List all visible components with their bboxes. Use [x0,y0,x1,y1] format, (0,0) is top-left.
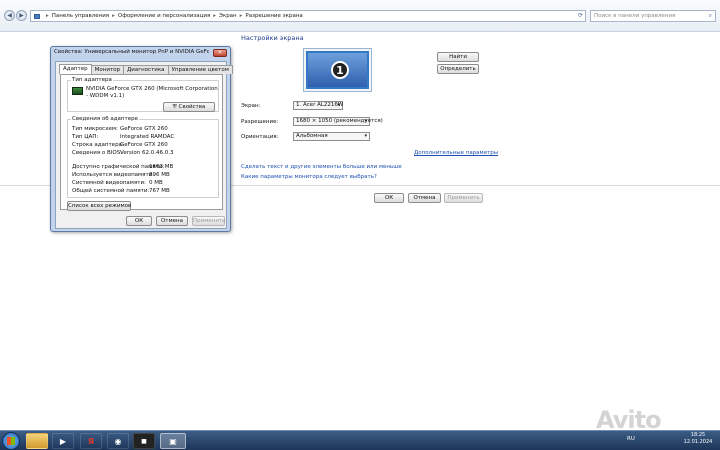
display-settings-icon[interactable]: ▣ [160,433,186,449]
address-toolbar: ◀ ▶ ▸ Панель управления ▸ Оформление и п… [0,0,720,32]
resolution-value: 1680 × 1050 (рекомендуется) [296,118,383,124]
text-size-link[interactable]: Сделать текст и другие элементы больше и… [241,164,402,170]
memory-value-available: 1663 MB [149,164,174,170]
chevron-down-icon: ▾ [337,102,340,108]
orientation-label: Ориентация: [241,134,279,140]
adapter-name: NVIDIA GeForce GTX 260 (Microsoft Corpor… [86,86,218,99]
tab-adapter[interactable]: Адаптер [59,64,92,74]
chevron-down-icon: ▾ [364,118,367,124]
adapter-tab-page: Тип адаптера NVIDIA GeForce GTX 260 (Mic… [60,74,223,211]
search-icon[interactable]: ⌕ [709,12,712,20]
dialog-apply-button[interactable]: Применить [192,216,225,226]
screen-label: Экран: [241,103,261,109]
clock[interactable]: 18:25 12.01.2024 [683,432,713,446]
graphics-card-icon [72,87,83,95]
language-indicator[interactable]: RU [627,436,635,442]
dialog-cancel-button[interactable]: Отмена [156,216,188,226]
search-placeholder: Поиск в панели управления [594,13,676,19]
tab-color-management[interactable]: Управление цветом [167,65,233,74]
dialog-title: Свойства: Универсальный монитор PnP и NV… [54,49,209,55]
forward-button[interactable]: ▶ [16,10,27,21]
properties-button-label: Свойства [178,104,206,110]
memory-value-dedicated: 896 MB [149,172,170,178]
advanced-settings-link[interactable]: Дополнительные параметры [414,150,498,156]
search-input[interactable]: Поиск в панели управления ⌕ [590,10,716,22]
breadcrumb-separator: ▸ [46,13,49,19]
orientation-value: Альбомная [296,133,328,139]
breadcrumb-appearance[interactable]: Оформление и персонализация [118,13,210,19]
screen-value: 1. Acer AL2216W [296,102,344,108]
chevron-down-icon: ▾ [364,133,367,139]
tab-diagnostics[interactable]: Диагностика [122,65,169,74]
adapter-type-label: Тип адаптера [71,77,113,83]
close-button[interactable]: × [213,49,227,57]
info-label-chip-type: Тип микросхем: [72,126,118,132]
media-player-icon[interactable]: ▶ [52,433,74,449]
yandex-browser-icon[interactable]: Я [80,433,102,449]
steam-icon[interactable]: ◉ [107,433,129,449]
tab-monitor[interactable]: Монитор [90,65,124,74]
dialog-ok-button[interactable]: ОК [126,216,152,226]
info-label-bios: Сведения о BIOS: [72,150,123,156]
breadcrumb-resolution[interactable]: Разрешение экрана [245,13,302,19]
memory-value-system-video: 0 MB [149,180,163,186]
breadcrumb-control-panel[interactable]: Панель управления [52,13,109,19]
monitor-number-badge: 1 [331,61,349,79]
monitor-icon[interactable]: 1 [306,51,369,89]
folder-icon[interactable] [26,433,48,449]
clock-time: 18:25 [690,432,706,438]
list-all-modes-button[interactable]: Список всех режимов [67,201,131,211]
dialog-tabs: Адаптер Монитор Диагностика Управление ц… [59,64,233,74]
breadcrumb-separator: ▸ [213,13,217,19]
orientation-select[interactable]: Альбомная ▾ [293,132,370,141]
taskbar: ▶ Я ◉ ■ ▣ [0,430,720,450]
info-label-dac-type: Тип ЦАП: [72,134,99,140]
page-title: Настройки экрана [241,34,304,42]
monitor-settings-help-link[interactable]: Какие параметры монитора следует выбрать… [241,174,377,180]
adapter-properties-button[interactable]: ⛨ Свойства [163,102,215,112]
adapter-type-group: Тип адаптера NVIDIA GeForce GTX 260 (Mic… [67,77,219,112]
breadcrumb-separator: ▸ [112,13,115,19]
back-button[interactable]: ◀ [4,10,15,21]
start-button[interactable] [2,432,20,450]
refresh-icon[interactable]: ⟳ [578,12,583,19]
adapter-info-label: Сведения об адаптере [71,116,139,122]
cancel-button[interactable]: Отмена [408,193,441,203]
breadcrumb-separator: ▸ [239,13,243,19]
apply-button[interactable]: Применить [444,193,483,203]
info-label-adapter-string: Строка адаптера: [72,142,124,148]
find-button[interactable]: Найти [437,52,479,62]
memory-label-dedicated: Используется видеопамяти: [72,172,155,178]
identify-button[interactable]: Определить [437,64,479,74]
game-icon[interactable]: ■ [133,433,155,449]
resolution-select[interactable]: 1680 × 1050 (рекомендуется) ▾ [293,117,383,126]
info-value-adapter-string: GeForce GTX 260 [120,142,168,148]
ok-button[interactable]: ОК [374,193,404,203]
adapter-info-group: Сведения об адаптере Тип микросхем: GeFo… [67,116,219,198]
clock-date: 12.01.2024 [683,439,713,445]
info-value-bios: Version 62.0.46.0.3 [120,150,174,156]
adapter-properties-dialog: Свойства: Универсальный монитор PnP и NV… [50,46,233,232]
memory-label-shared: Общей системной памяти: [72,188,150,194]
breadcrumb-display[interactable]: Экран [219,13,237,19]
info-value-dac-type: Integrated RAMDAC [120,134,175,140]
memory-label-system-video: Системной видеопамяти: [72,180,146,186]
info-value-chip-type: GeForce GTX 260 [120,126,168,132]
resolution-label: Разрешение: [241,119,279,125]
memory-value-shared: 767 MB [149,188,170,194]
dialog-body: Адаптер Монитор Диагностика Управление ц… [55,61,233,229]
control-panel-icon [34,13,40,19]
screen-select[interactable]: 1. Acer AL2216W ▾ [293,101,343,110]
address-bar[interactable]: ▸ Панель управления ▸ Оформление и персо… [30,10,586,22]
monitor-preview-area: 1 [303,48,372,92]
